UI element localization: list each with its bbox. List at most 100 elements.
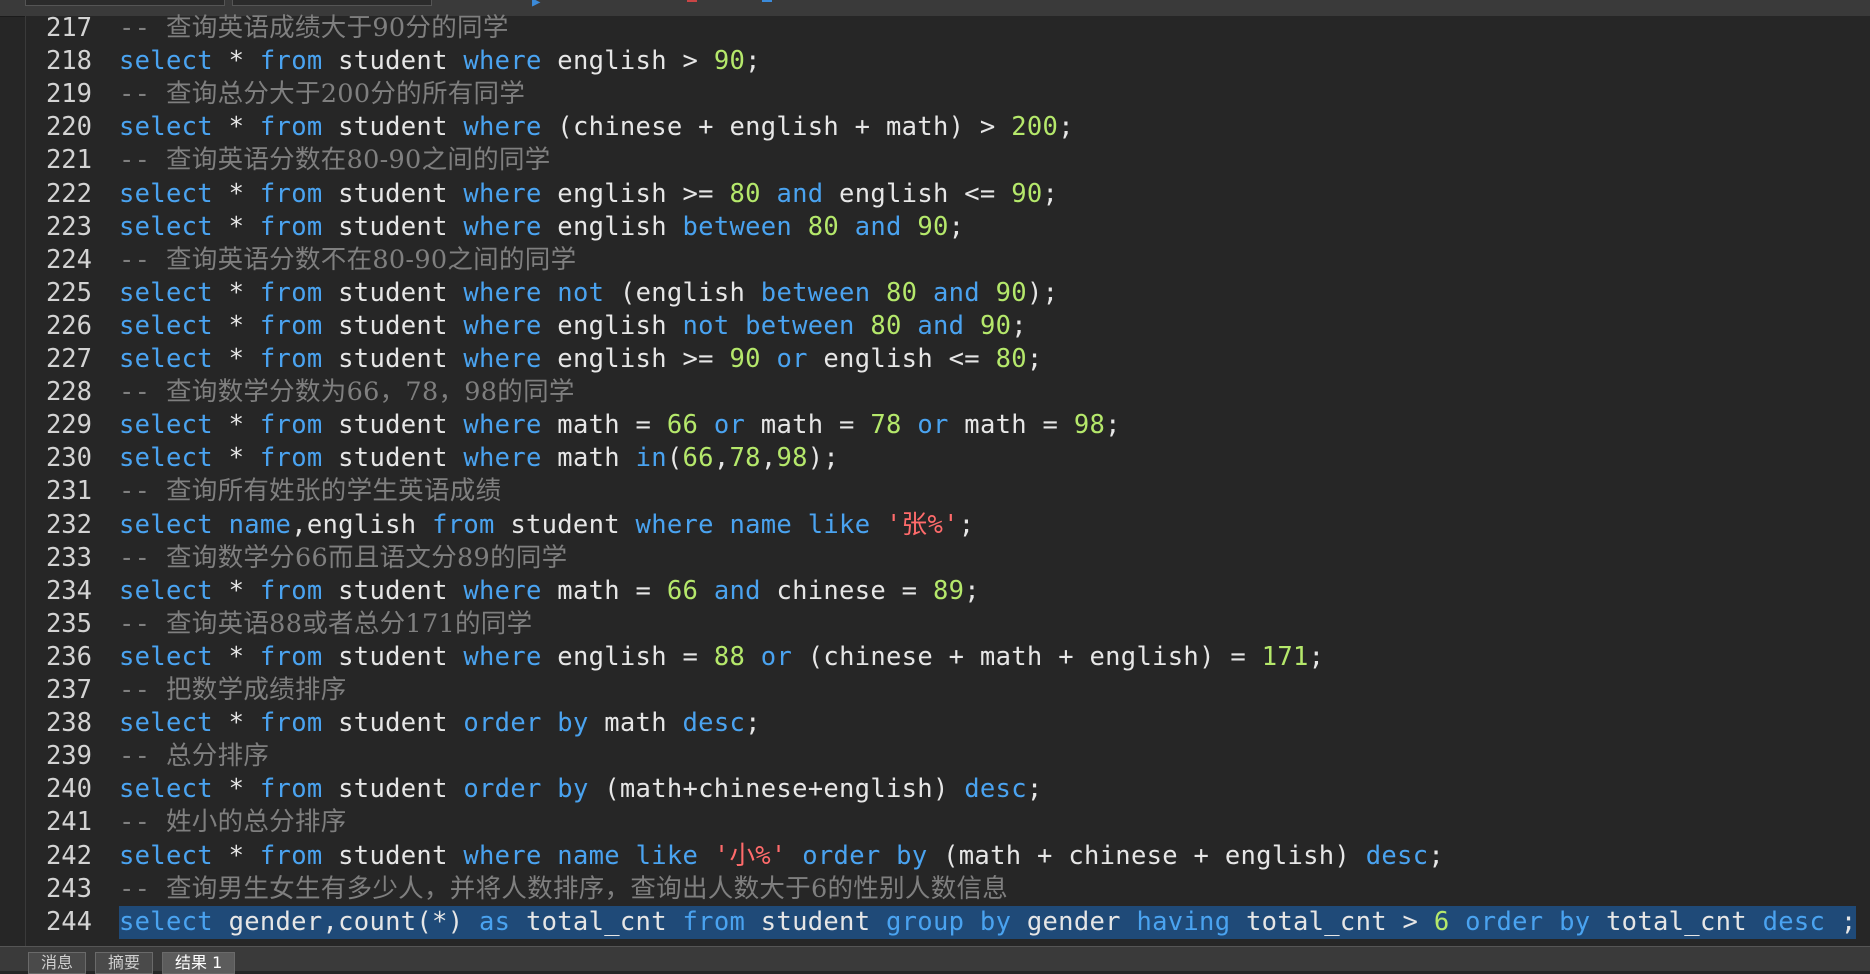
code-token: where bbox=[463, 344, 542, 374]
stop-icon[interactable] bbox=[687, 0, 697, 2]
code-line[interactable]: select * from student where english = 88… bbox=[119, 641, 1324, 674]
code-line[interactable]: -- 查询英语分数不在80-90之间的同学 bbox=[119, 244, 576, 277]
code-line[interactable]: select * from student where (chinese + e… bbox=[119, 111, 1074, 144]
code-token: 查询英语88或者总分171的同学 bbox=[165, 608, 533, 639]
line-number: 237 bbox=[45, 675, 92, 705]
code-token: ( bbox=[666, 443, 683, 474]
sql-editor[interactable]: 217 218 219 220 221 222 223 224 225 226 227 228 229 2… bbox=[25, 13, 1870, 946]
code-token: 查询数学分数为66，78，98的同学 bbox=[165, 377, 575, 408]
code-token: -- bbox=[119, 675, 166, 705]
code-line[interactable]: select * from student order by (math+chi… bbox=[119, 773, 1043, 806]
code-token: ; bbox=[964, 575, 980, 606]
code-token: 80 bbox=[886, 277, 918, 308]
line-number: 225 bbox=[45, 277, 92, 308]
code-line[interactable]: select * from student where english > 90… bbox=[119, 45, 761, 78]
code-line[interactable]: select * from student where english not … bbox=[119, 310, 1027, 343]
code-line[interactable]: select * from student where english >= 8… bbox=[119, 178, 1058, 211]
line-number: 230 bbox=[45, 443, 92, 474]
code-token: from bbox=[259, 774, 323, 805]
line-number: 220 bbox=[45, 112, 92, 143]
code-token: not between bbox=[682, 310, 855, 341]
code-token: name bbox=[557, 840, 620, 871]
code-line[interactable]: -- 查询英语88或者总分171的同学 bbox=[119, 608, 532, 641]
code-line[interactable]: -- 总分排序 bbox=[119, 740, 269, 773]
code-line[interactable]: select * from student order by math desc… bbox=[119, 707, 761, 740]
code-line[interactable]: select * from student where english >= 9… bbox=[119, 343, 1043, 376]
code-token: select bbox=[119, 774, 213, 805]
code-token: 查询英语分数不在80-90之间的同学 bbox=[165, 244, 577, 275]
code-token: 总分排序 bbox=[165, 741, 270, 772]
code-line[interactable]: -- 把数学成绩排序 bbox=[119, 674, 347, 707]
code-token: * bbox=[212, 344, 260, 374]
code-token: desc bbox=[1762, 906, 1826, 937]
code-line[interactable]: -- 查询英语分数在80-90之间的同学 bbox=[119, 144, 551, 177]
code-line[interactable]: select * from student where math in(66,7… bbox=[119, 442, 839, 475]
code-token: total_cnt > bbox=[1230, 906, 1434, 937]
code-line[interactable]: select name,english from student where n… bbox=[119, 509, 974, 542]
code-line[interactable]: select * from student where name like '小… bbox=[119, 840, 1444, 873]
code-token: student bbox=[322, 178, 464, 209]
code-token: between bbox=[760, 277, 871, 308]
code-token: and bbox=[854, 211, 902, 242]
code-token: 98 bbox=[1073, 410, 1106, 441]
code-token: 90 bbox=[729, 344, 761, 374]
code-line[interactable]: -- 查询数学分66而且语文分89的同学 bbox=[119, 542, 567, 575]
code-token: where bbox=[463, 410, 542, 441]
code-token: ); bbox=[1026, 277, 1059, 308]
code-token: select bbox=[119, 112, 213, 143]
connection-select[interactable] bbox=[25, 0, 225, 6]
line-number: 218 bbox=[45, 46, 92, 77]
code-token: 66 bbox=[666, 410, 699, 441]
run-selected-icon[interactable]: ▶ bbox=[532, 0, 540, 10]
code-token: student bbox=[322, 211, 464, 242]
code-line[interactable]: select * from student where math = 66 or… bbox=[119, 409, 1121, 442]
code-token: desc bbox=[964, 774, 1027, 805]
code-token: select bbox=[119, 211, 213, 242]
code-token: select bbox=[119, 641, 213, 672]
code-token: where bbox=[463, 310, 542, 341]
code-token: select bbox=[119, 575, 213, 606]
code-token: from bbox=[259, 310, 323, 341]
code-token: from bbox=[259, 178, 323, 209]
code-line[interactable]: -- 查询所有姓张的学生英语成绩 bbox=[119, 475, 501, 508]
tab-summary[interactable]: 摘要 bbox=[95, 952, 154, 974]
code-line[interactable]: -- 查询英语成绩大于90分的同学 bbox=[119, 12, 509, 45]
code-token: ; bbox=[745, 46, 761, 77]
code-line-selected[interactable]: select gender,count(*) as total_cnt from… bbox=[119, 905, 1857, 939]
code-token: select bbox=[119, 277, 213, 308]
code-token: * bbox=[212, 774, 260, 805]
code-token: -- bbox=[119, 13, 166, 43]
code-token: (math+chinese+english) bbox=[588, 774, 965, 805]
code-line[interactable]: -- 查询男生女生有多少人，并将人数排序，查询出人数大于6的性别人数信息 bbox=[119, 873, 1008, 906]
code-token: (chinese + english + math) > bbox=[541, 112, 1012, 143]
code-token: ; bbox=[1026, 774, 1043, 805]
code-token: 90 bbox=[1011, 178, 1043, 209]
code-token: 66 bbox=[682, 443, 714, 474]
code-token: total_cnt bbox=[510, 906, 683, 937]
code-token: select bbox=[119, 840, 213, 871]
code-line[interactable]: select * from student where english betw… bbox=[119, 211, 964, 244]
explain-icon[interactable] bbox=[762, 0, 772, 2]
code-token: (math + chinese + english) bbox=[927, 840, 1366, 871]
line-number: 233 bbox=[45, 542, 92, 573]
code-line[interactable]: select * from student where math = 66 an… bbox=[119, 575, 980, 608]
tab-messages[interactable]: 消息 bbox=[28, 952, 87, 974]
code-token: from bbox=[259, 443, 323, 474]
tab-result-1[interactable]: 结果 1 bbox=[162, 952, 236, 974]
code-token: * bbox=[212, 277, 260, 308]
code-line[interactable]: -- 查询总分大于200分的所有同学 bbox=[119, 78, 525, 111]
database-select[interactable] bbox=[232, 0, 432, 6]
code-line[interactable]: -- 查询数学分数为66，78，98的同学 bbox=[119, 376, 575, 409]
code-token: desc bbox=[682, 708, 746, 739]
code-token: english <= bbox=[823, 178, 1012, 209]
code-line[interactable]: select * from student where not (english… bbox=[119, 277, 1058, 310]
code-token: * bbox=[212, 641, 260, 672]
code-line[interactable]: -- 姓小的总分排序 bbox=[119, 806, 347, 839]
